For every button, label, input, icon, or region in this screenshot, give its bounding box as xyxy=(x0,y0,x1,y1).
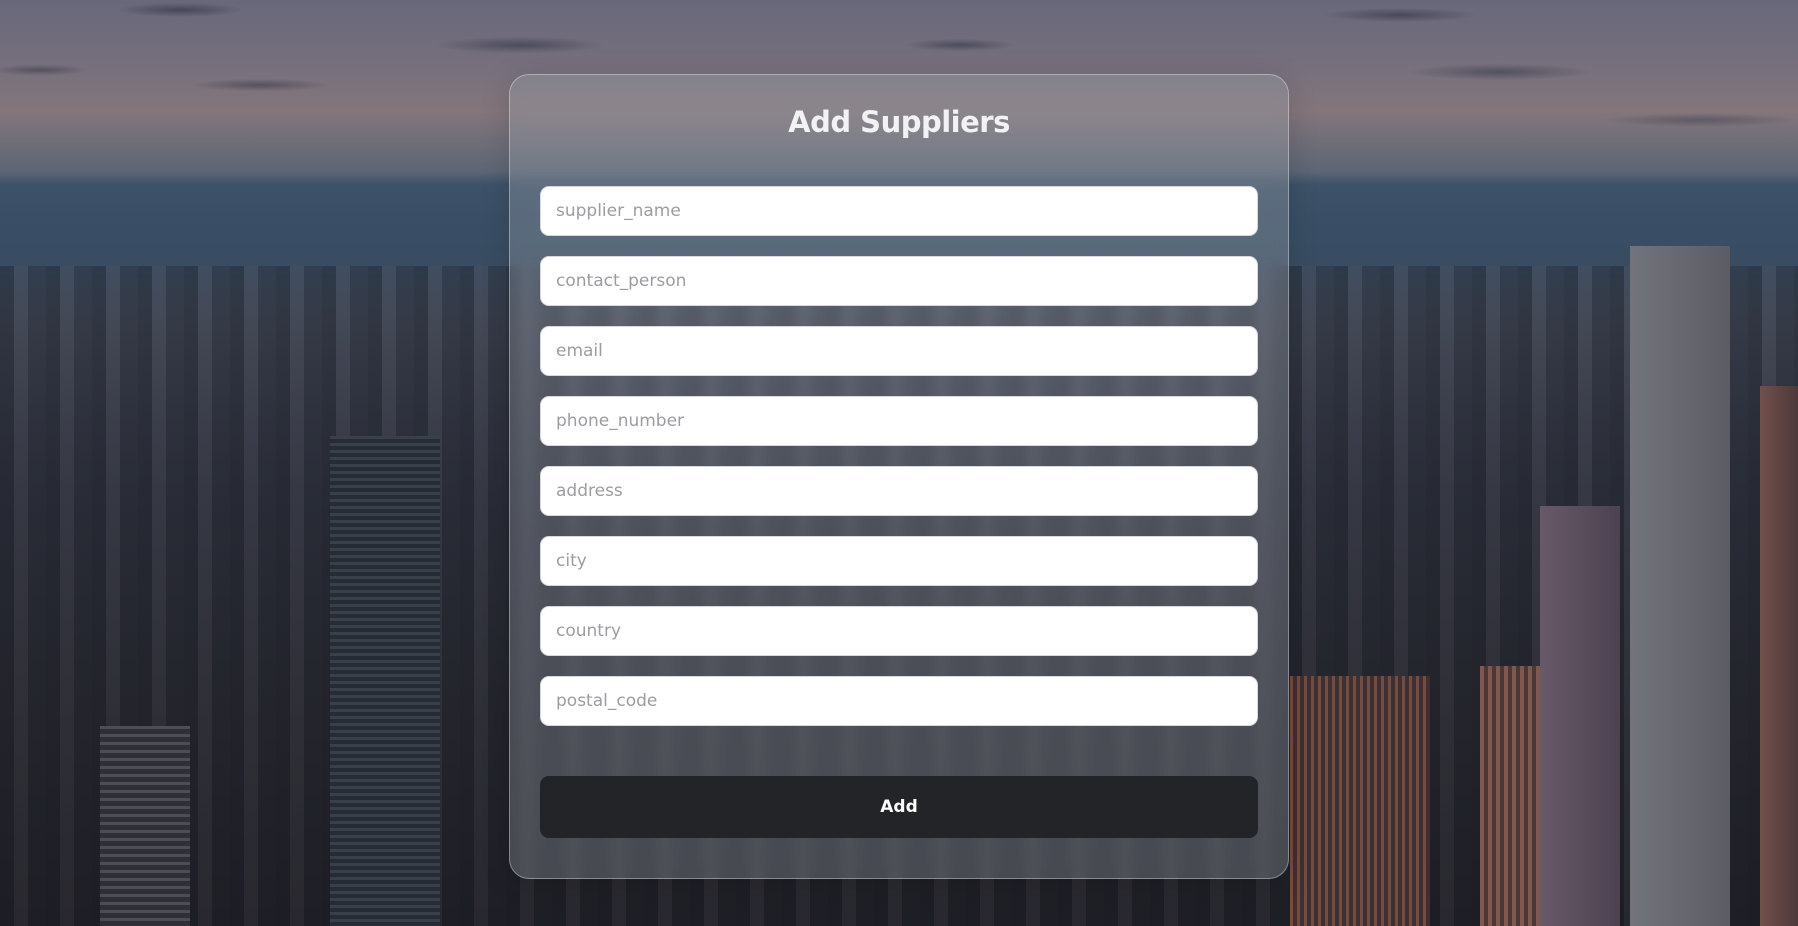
city-input[interactable] xyxy=(540,536,1258,586)
address-input[interactable] xyxy=(540,466,1258,516)
country-input[interactable] xyxy=(540,606,1258,656)
add-suppliers-form: Add Suppliers Add xyxy=(509,74,1289,879)
supplier-name-input[interactable] xyxy=(540,186,1258,236)
form-title: Add Suppliers xyxy=(788,105,1010,139)
email-input[interactable] xyxy=(540,326,1258,376)
contact-person-input[interactable] xyxy=(540,256,1258,306)
add-button[interactable]: Add xyxy=(540,776,1258,838)
phone-number-input[interactable] xyxy=(540,396,1258,446)
postal-code-input[interactable] xyxy=(540,676,1258,726)
